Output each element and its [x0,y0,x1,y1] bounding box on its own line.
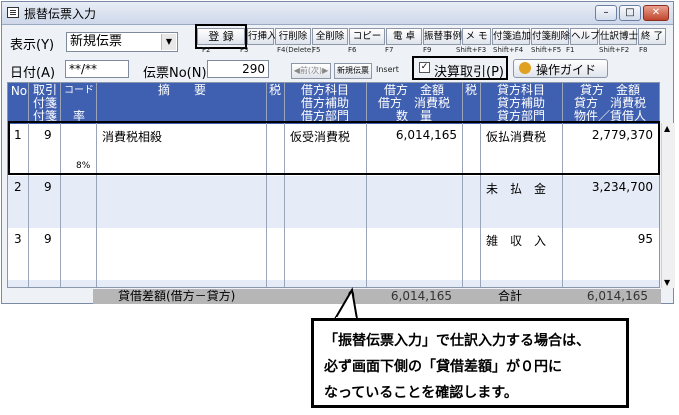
callout-box: 「振替伝票入力」で仕訳入力する場合は、 必ず画面下側の「貸借差額」が０円に なっ… [311,318,629,408]
callout-line-3: なっていることを確認します。 [324,385,518,401]
callout-line-1: 「振替伝票入力」で仕訳入力する場合は、 [324,333,590,349]
callout-line-2: 必ず画面下側の「貸借差額」が０円に [324,359,562,375]
